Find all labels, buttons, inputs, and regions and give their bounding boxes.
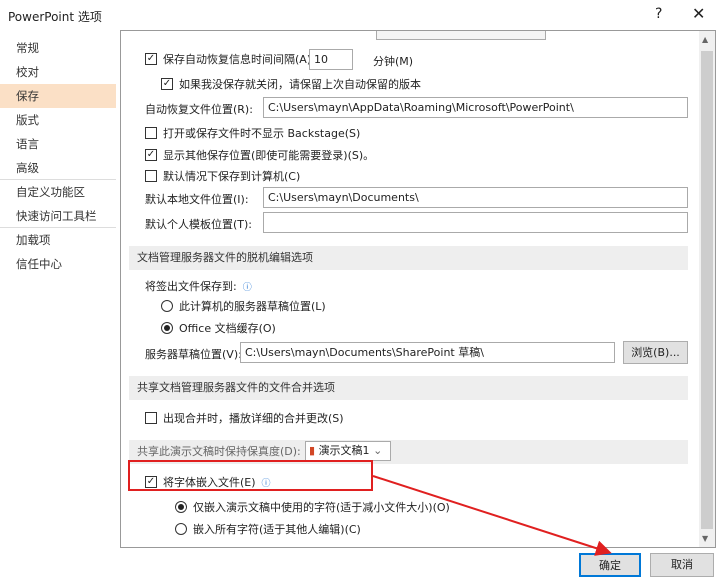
annotation-arrow <box>372 475 612 556</box>
